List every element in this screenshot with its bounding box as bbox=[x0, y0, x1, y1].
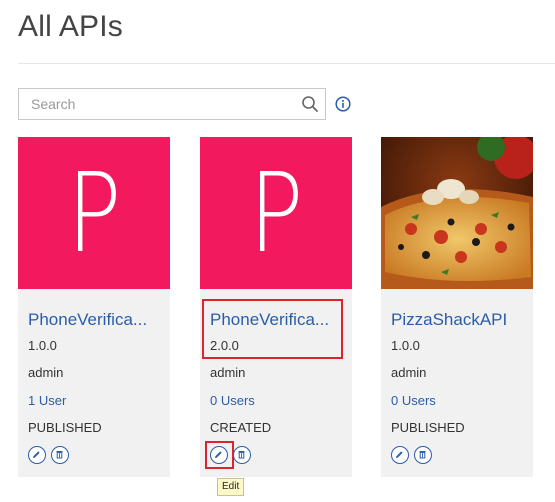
api-card[interactable]: P PhoneVerifica... 1.0.0 admin 1 User PU… bbox=[18, 137, 170, 477]
pizza-thumbnail[interactable] bbox=[381, 137, 533, 289]
api-subscribers-link[interactable]: 0 Users bbox=[210, 393, 255, 408]
search-box[interactable] bbox=[18, 88, 326, 120]
trash-icon bbox=[419, 451, 426, 459]
api-version: 2.0.0 bbox=[210, 338, 239, 353]
trash-icon bbox=[238, 451, 245, 459]
api-thumbnail[interactable]: P bbox=[200, 137, 352, 289]
api-version: 1.0.0 bbox=[391, 338, 420, 353]
edit-button[interactable] bbox=[28, 446, 46, 464]
api-subscribers-link[interactable]: 1 User bbox=[28, 393, 66, 408]
delete-button[interactable] bbox=[414, 446, 432, 464]
edit-button[interactable] bbox=[210, 446, 228, 464]
pencil-icon bbox=[396, 451, 403, 458]
delete-button[interactable] bbox=[233, 446, 251, 464]
api-name-link[interactable]: PizzaShackAPI bbox=[391, 310, 525, 330]
title-divider bbox=[18, 63, 555, 64]
edit-button[interactable] bbox=[391, 446, 409, 464]
api-name-link[interactable]: PhoneVerifica... bbox=[28, 310, 162, 330]
api-status: PUBLISHED bbox=[391, 420, 465, 435]
info-icon[interactable] bbox=[335, 96, 351, 112]
search-input[interactable] bbox=[19, 89, 299, 119]
pencil-icon bbox=[215, 451, 222, 458]
pencil-icon bbox=[33, 451, 40, 458]
api-subscribers-link[interactable]: 0 Users bbox=[391, 393, 436, 408]
api-status: CREATED bbox=[210, 420, 272, 435]
delete-button[interactable] bbox=[51, 446, 69, 464]
api-card[interactable]: P PhoneVerifica... 2.0.0 admin 0 Users C… bbox=[200, 137, 352, 477]
edit-tooltip: Edit bbox=[217, 478, 245, 496]
pizza-image bbox=[381, 137, 533, 289]
api-card[interactable]: PizzaShackAPI 1.0.0 admin 0 Users PUBLIS… bbox=[381, 137, 533, 477]
page-title: All APIs bbox=[18, 10, 123, 43]
api-thumbnail[interactable]: P bbox=[18, 137, 170, 289]
api-owner: admin bbox=[391, 365, 427, 380]
api-version: 1.0.0 bbox=[28, 338, 57, 353]
trash-icon bbox=[56, 451, 63, 459]
api-status: PUBLISHED bbox=[28, 420, 102, 435]
api-owner: admin bbox=[210, 365, 246, 380]
api-owner: admin bbox=[28, 365, 64, 380]
search-icon[interactable] bbox=[301, 95, 319, 113]
api-name-link[interactable]: PhoneVerifica... bbox=[210, 310, 344, 330]
